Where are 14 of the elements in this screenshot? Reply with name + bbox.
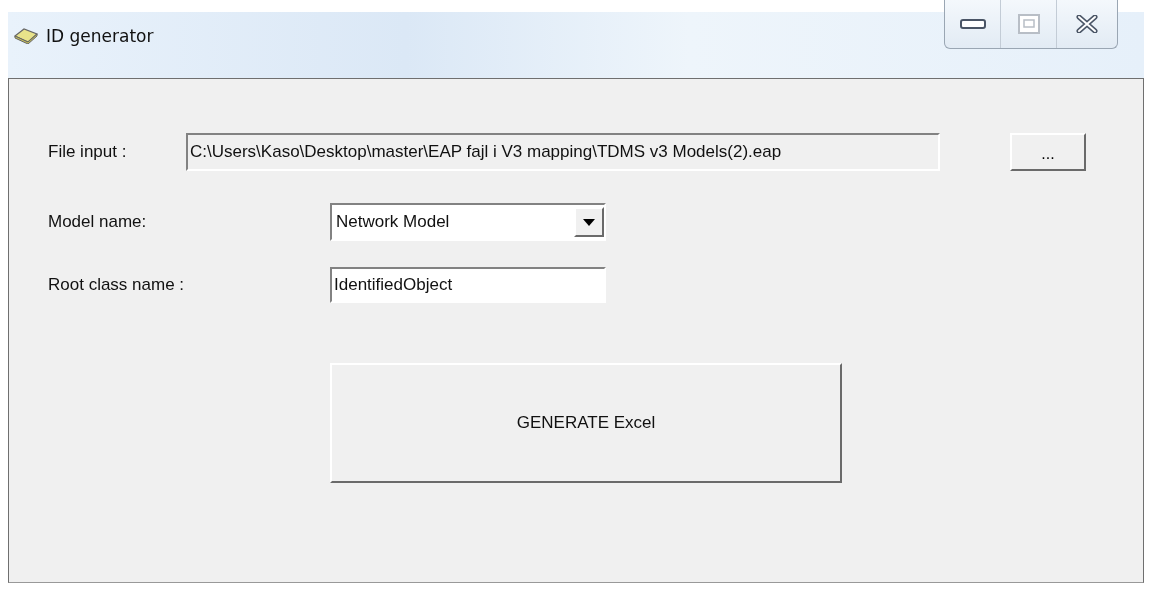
window-title: ID generator (46, 26, 154, 46)
maximize-icon (1017, 14, 1040, 34)
field-label: File input : (48, 142, 128, 162)
field-label: Model name: (48, 212, 148, 232)
close-icon (1076, 15, 1098, 33)
caret-icon (583, 218, 595, 226)
model-dropdown[interactable]: Network Model (330, 203, 606, 241)
root-class-field[interactable]: IdentifiedObject (330, 267, 606, 303)
field-label: Root class name : (48, 275, 186, 295)
file-path-field[interactable]: C:\Users\Kaso\Desktop\master\EAP fajl i V3 mapping\TDMS v3 Models(2).eap (186, 133, 940, 171)
minimize-icon (959, 19, 986, 29)
generate-button[interactable]: GENERATE Excel (330, 363, 842, 483)
browse-button[interactable]: ... (1010, 133, 1086, 171)
book-icon (14, 28, 38, 44)
